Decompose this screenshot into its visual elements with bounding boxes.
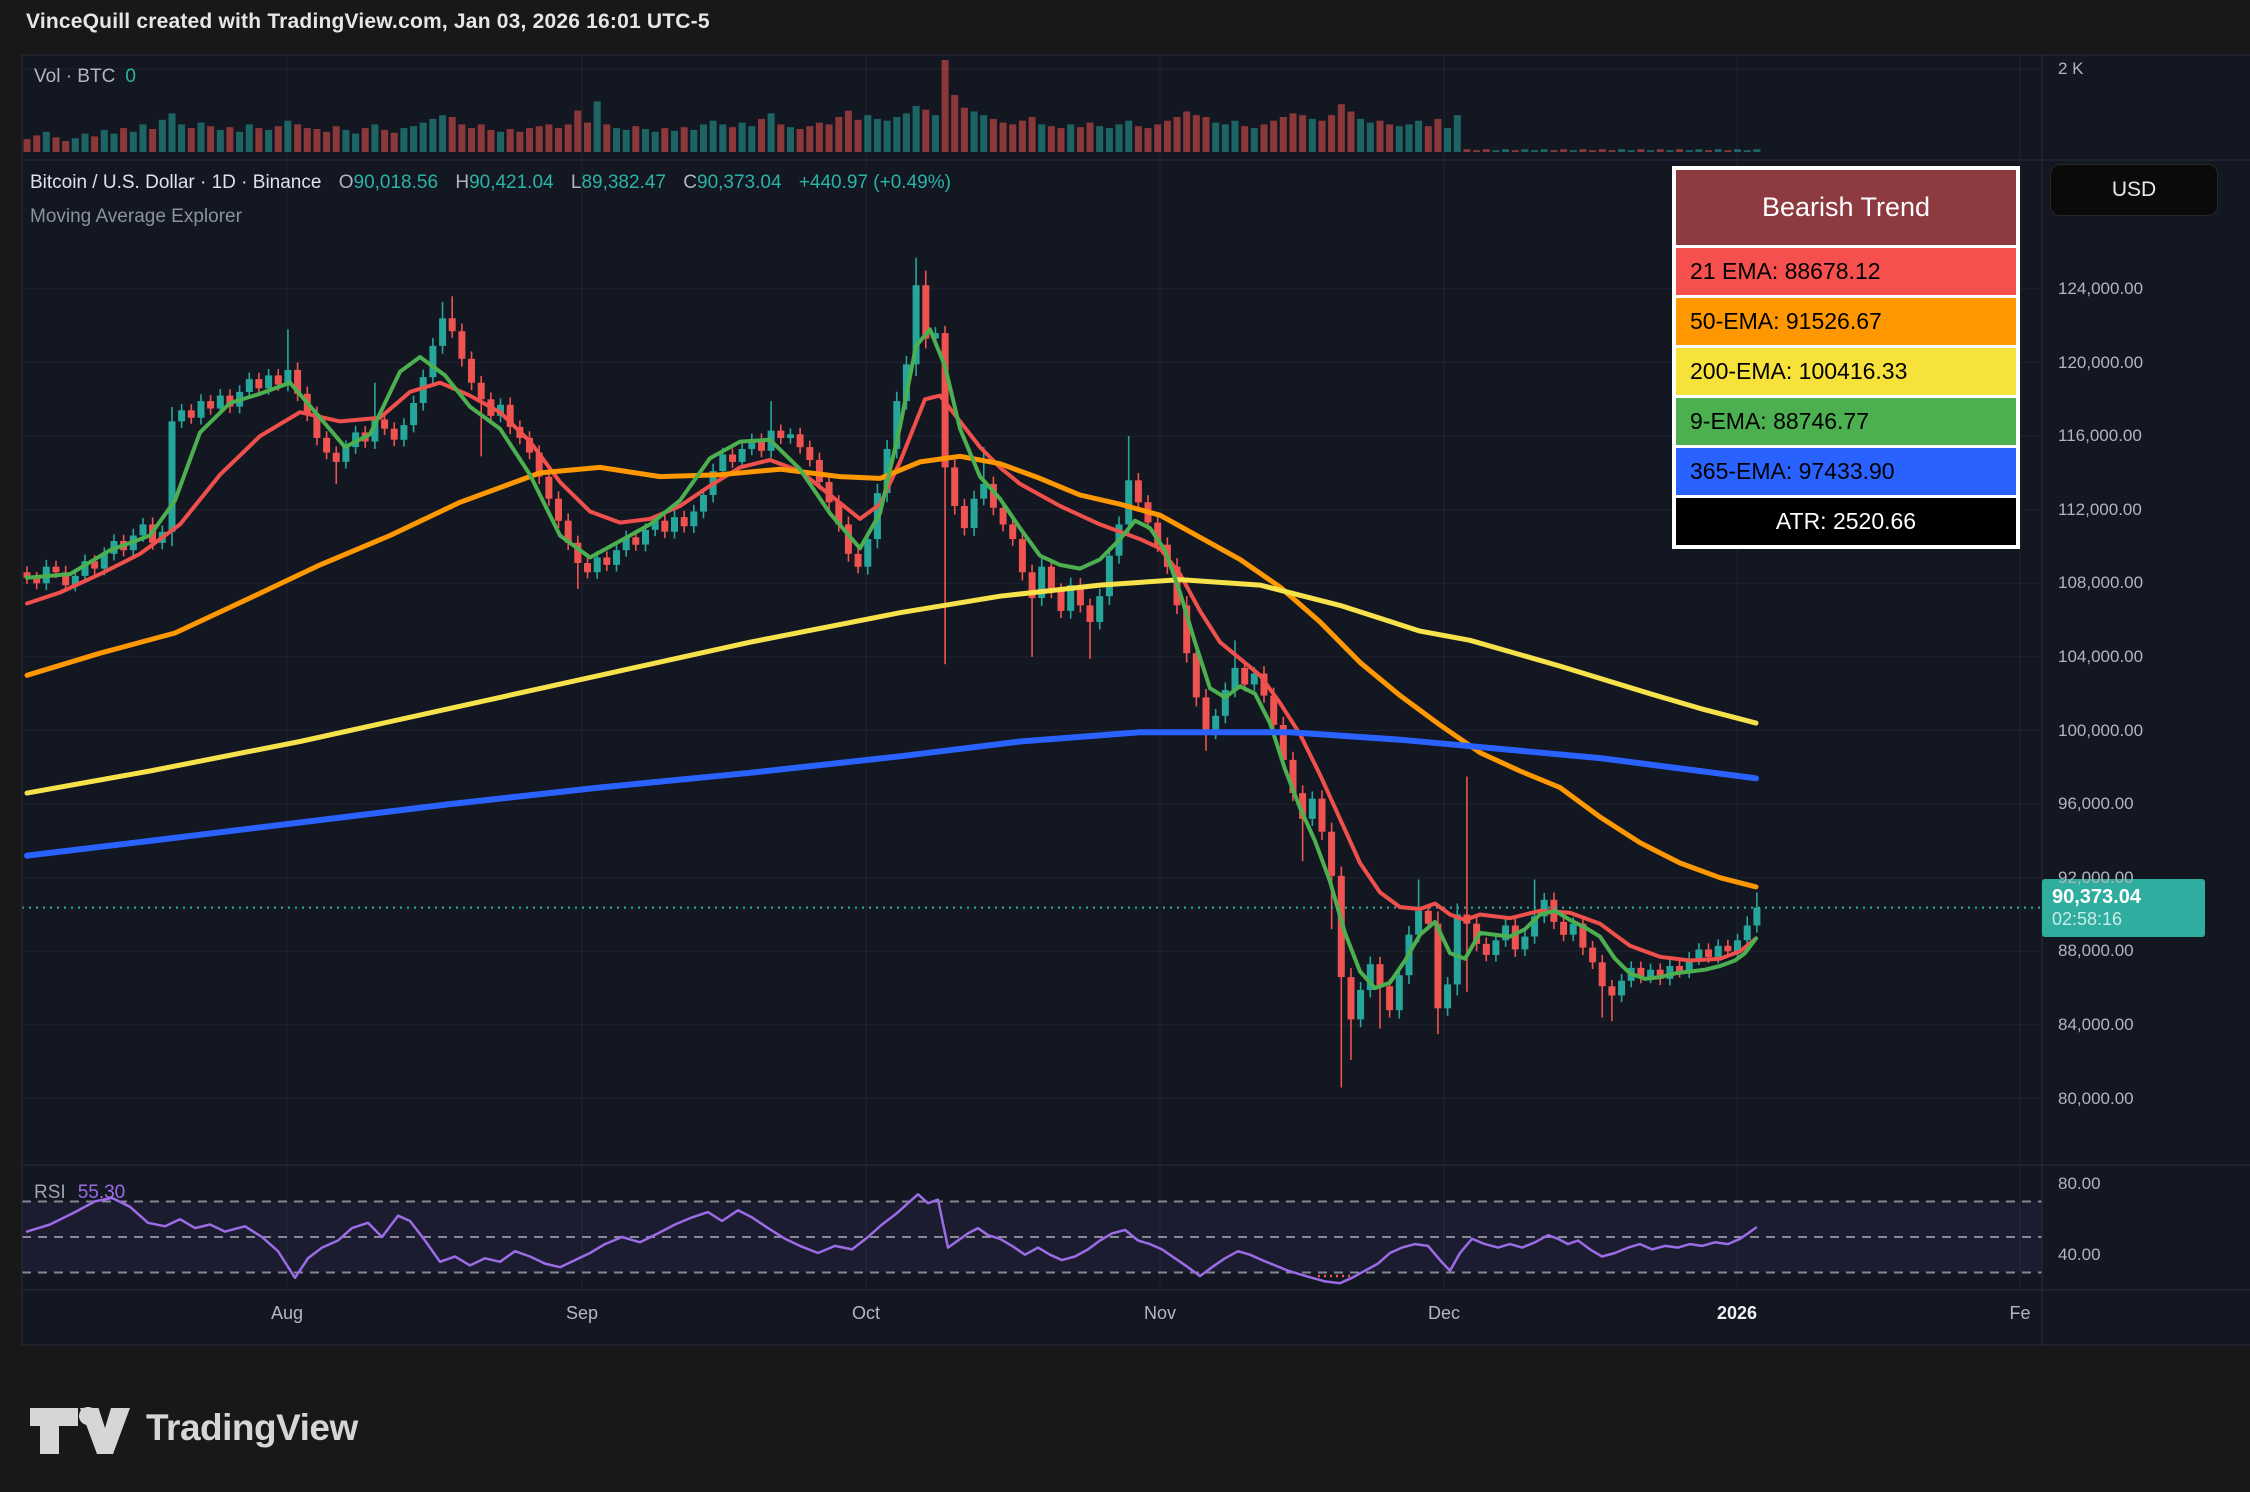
legend-row-atr: ATR: 2520.66 (1676, 498, 2016, 545)
ema9-line (25, 327, 1758, 991)
bar-countdown: 02:58:16 (2052, 909, 2123, 930)
legend-row-ema50: 50-EMA: 91526.67 (1676, 298, 2016, 345)
price-axis-tick[interactable]: 108,000.00 (2058, 573, 2143, 593)
tradingview-logo-icon (30, 1407, 130, 1454)
rsi-value: 55.30 (77, 1182, 126, 1203)
open-label: O (338, 172, 354, 193)
rsi-label: RSI (34, 1182, 66, 1203)
time-axis-label-Sep[interactable]: Sep (566, 1303, 598, 1324)
price-axis-tick[interactable]: 96,000.00 (2058, 794, 2134, 814)
candles-layer (23, 257, 1761, 1088)
currency-toggle-button[interactable]: USD (2050, 164, 2218, 216)
ema-lines-layer (24, 327, 1759, 991)
legend-row-ema200: 200-EMA: 100416.33 (1676, 348, 2016, 395)
legend-row-ema9: 9-EMA: 88746.77 (1676, 398, 2016, 445)
rsi-band-layer (22, 1200, 2042, 1274)
close-label: C (683, 172, 697, 193)
price-axis-tick[interactable]: 80,000.00 (2058, 1089, 2134, 1109)
symbol-title: Bitcoin / U.S. Dollar · 1D · Binance (30, 172, 322, 193)
price-axis-tick[interactable]: 104,000.00 (2058, 647, 2143, 667)
price-axis-tick[interactable]: 88,000.00 (2058, 941, 2134, 961)
ema-legend-box: Bearish Trend 21 EMA: 88678.12 50-EMA: 9… (1672, 166, 2020, 549)
high-label: H (455, 172, 470, 193)
price-axis-tick[interactable]: 84,000.00 (2058, 1015, 2134, 1035)
tradingview-chart-widget: VinceQuill created with TradingView.com,… (0, 0, 2250, 1492)
tradingview-logo-text: TradingView (146, 1407, 358, 1448)
volume-axis-tick[interactable]: 2 K (2058, 59, 2084, 79)
time-axis-label-Fe[interactable]: Fe (2009, 1303, 2030, 1324)
volume-indicator-label[interactable]: Vol · BTC 0 (34, 66, 136, 88)
low-value: 89,382.47 (581, 172, 666, 193)
price-axis-tick[interactable]: 124,000.00 (2058, 279, 2143, 299)
symbol-ohlc-row[interactable]: Bitcoin / U.S. Dollar · 1D · Binance O90… (30, 172, 951, 194)
volume-label: Vol · BTC (34, 66, 116, 87)
indicator-name-label[interactable]: Moving Average Explorer (30, 206, 242, 228)
ema365-line (24, 729, 1759, 859)
price-axis-tick[interactable]: 116,000.00 (2058, 426, 2142, 446)
legend-row-ema365: 365-EMA: 97433.90 (1676, 448, 2016, 495)
volume-value: 0 (125, 66, 136, 87)
time-axis-label-Dec[interactable]: Dec (1428, 1303, 1460, 1324)
rsi-axis-tick[interactable]: 40.00 (2058, 1245, 2101, 1265)
close-value: 90,373.04 (697, 172, 782, 193)
trend-status-badge: Bearish Trend (1676, 170, 2016, 245)
time-axis-label-Aug[interactable]: Aug (271, 1303, 303, 1324)
time-axis-label-2026[interactable]: 2026 (1717, 1303, 1757, 1324)
low-label: L (570, 172, 582, 193)
price-axis-tick[interactable]: 112,000.00 (2058, 500, 2142, 520)
volume-bars-layer (23, 60, 1761, 152)
attribution-header: VinceQuill created with TradingView.com,… (26, 10, 710, 33)
last-price-value: 90,373.04 (2052, 886, 2141, 909)
price-axis-tick[interactable]: 100,000.00 (2058, 721, 2143, 741)
time-axis-label-Oct[interactable]: Oct (852, 1303, 880, 1324)
rsi-axis-tick[interactable]: 80.00 (2058, 1174, 2101, 1194)
legend-row-ema21: 21 EMA: 88678.12 (1676, 248, 2016, 295)
price-axis-tick[interactable]: 92,000.00 (2058, 868, 2134, 888)
rsi-indicator-label[interactable]: RSI 55.30 (34, 1182, 125, 1204)
change-value: +440.97 (+0.49%) (798, 172, 951, 193)
high-value: 90,421.04 (469, 172, 554, 193)
price-axis-tick[interactable]: 120,000.00 (2058, 353, 2143, 373)
time-axis-label-Nov[interactable]: Nov (1144, 1303, 1176, 1324)
tradingview-logo[interactable]: TradingView (28, 1398, 358, 1458)
open-value: 90,018.56 (353, 172, 439, 193)
